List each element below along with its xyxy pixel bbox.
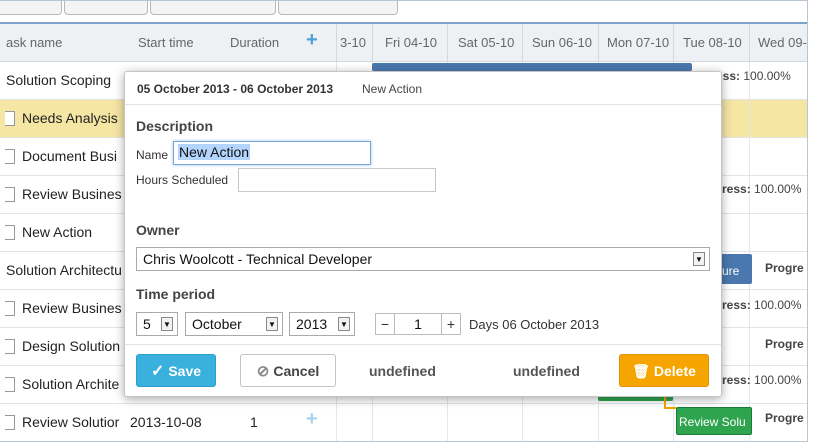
task-name: New Action [22,224,93,240]
progress-label-short: Progre [765,411,804,425]
add-task-icon[interactable]: + [306,29,318,52]
toolbar [0,1,807,23]
day-select[interactable]: 5 ▼ [136,312,178,336]
chevron-down-icon: ▼ [266,317,278,331]
date-col-1: Fri 04-10 [385,35,438,50]
date-col-3: Sun 06-10 [532,35,592,50]
task-name: Solution Architectu [6,262,122,278]
dialog-date-range: 05 October 2013 - 06 October 2013 [137,82,334,96]
task-name: Needs Analysis [22,110,118,126]
task-name: Design Solution [22,338,121,354]
column-task-name[interactable]: ask name [6,35,62,50]
undefined-button-1[interactable]: undefined [369,363,436,379]
task-name: Solution Scoping [6,72,112,88]
task-icon [5,377,15,392]
task-name: Document Busi [22,148,117,164]
progress-label-short: Progre [765,261,804,275]
chevron-down-icon: ▼ [338,317,350,331]
undefined-button-2[interactable]: undefined [513,363,580,379]
task-icon [5,149,15,164]
duration-summary: Days 06 October 2013 [469,317,600,332]
toolbar-button-4[interactable] [278,1,398,15]
task-name: Review Solutior [22,414,120,430]
task-name: Solution Archite [22,376,120,392]
cancel-button[interactable]: ⊘ Cancel [240,354,336,387]
chevron-down-icon: ▼ [161,317,173,331]
delete-button[interactable]: 🗑 Delete [619,354,709,387]
trash-icon: 🗑 [632,363,650,379]
bar-label: Review Solu [679,415,746,429]
date-col-0: 3-10 [340,35,367,50]
toolbar-button-1[interactable] [0,1,62,15]
duration-input[interactable]: 1 [395,313,441,335]
month-select[interactable]: October ▼ [185,312,283,336]
grid-header: ask name Start time Duration + 3-10 Fri … [0,24,807,62]
cancel-icon: ⊘ [256,363,270,380]
column-start-time[interactable]: Start time [138,35,194,50]
hours-input[interactable] [238,168,436,192]
date-col-6: Wed 09- [758,35,807,50]
progress-label-short: Progre [765,337,804,351]
task-icon [5,225,15,240]
hours-label: Hours Scheduled [136,173,229,187]
duration-increment-button[interactable]: + [441,313,461,335]
gantt-app: ask name Start time Duration + 3-10 Fri … [0,0,808,442]
dependency-line [664,407,676,409]
task-duration: 1 [250,414,258,430]
description-heading: Description [136,118,214,134]
date-col-2: Sat 05-10 [458,35,515,50]
add-subtask-icon[interactable]: + [306,408,318,431]
save-button[interactable]: ✓ Save [136,354,216,387]
year-select[interactable]: 2013 ▼ [289,312,355,336]
task-name: Review Busines [22,186,122,202]
progress-label: ress: 100.00% [722,373,802,387]
progress-label: ress: 100.00% [722,182,802,196]
date-col-5: Tue 08-10 [683,35,742,50]
dialog-footer-divider [125,344,721,345]
bar-label: ure [722,264,740,278]
time-period-heading: Time period [136,286,216,302]
task-icon [5,111,15,126]
toolbar-button-2[interactable] [64,1,148,15]
column-duration[interactable]: Duration [230,35,279,50]
task-name: Review Busines [22,300,122,316]
progress-label: ress: 100.00% [722,298,802,312]
dialog-header: 05 October 2013 - 06 October 2013 New Ac… [125,72,721,105]
task-icon [5,187,15,202]
task-icon [5,339,15,354]
name-input[interactable]: New Action [173,141,371,165]
date-col-4: Mon 07-10 [607,35,670,50]
task-start: 2013-10-08 [130,414,202,430]
gantt-summary-bar[interactable] [372,63,692,71]
name-label: Name [136,148,169,162]
dialog-action-title: New Action [362,82,423,96]
task-icon [5,415,15,430]
duration-decrement-button[interactable]: − [375,313,395,335]
task-icon [5,301,15,316]
check-icon: ✓ [150,363,165,380]
owner-heading: Owner [136,222,180,238]
edit-task-dialog: 05 October 2013 - 06 October 2013 New Ac… [124,71,722,397]
toolbar-button-3[interactable] [150,1,276,15]
owner-select[interactable]: Chris Woolcott - Technical Developer ▼ [136,247,710,271]
chevron-down-icon: ▼ [693,252,705,266]
